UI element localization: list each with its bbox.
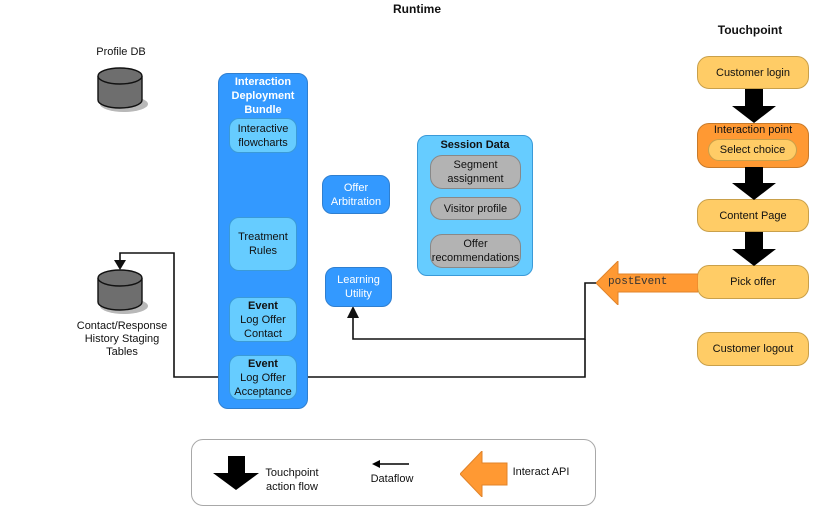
legend-interact-api-label: Interact API xyxy=(512,466,570,478)
item-line: Interactive xyxy=(237,122,289,135)
item-line: Log Offer xyxy=(240,313,286,326)
customer-login[interactable]: Customer login xyxy=(697,56,809,89)
item-line: Visitor profile xyxy=(443,202,508,215)
touchpoint-title: Touchpoint xyxy=(717,23,783,37)
legend-line: Touchpoint xyxy=(265,467,319,479)
bundle-title-line: Bundle xyxy=(244,104,282,116)
item-line: Utility xyxy=(345,288,372,300)
item-line: Contact xyxy=(244,327,282,340)
event-label: Event xyxy=(248,357,278,370)
item-line: Acceptance xyxy=(234,385,292,398)
visitor-profile[interactable]: Visitor profile xyxy=(430,197,521,220)
history-db-label-line: History Staging xyxy=(84,333,160,345)
interaction-point-label: Interaction point xyxy=(713,124,793,136)
event-label: Event xyxy=(248,299,278,312)
legend-dataflow-label: Dataflow xyxy=(370,473,414,485)
bundle-title-line: Interaction xyxy=(234,76,292,88)
item-line: flowcharts xyxy=(238,136,288,149)
item-line: Log Offer xyxy=(240,371,286,384)
offer-recommendations[interactable]: Offer recommendations xyxy=(430,234,521,268)
dataflow-arrowhead-learning-utility xyxy=(347,306,359,318)
database-icon xyxy=(97,67,148,112)
touchpoint-flow-legend-icon xyxy=(213,456,259,490)
dataflow-line-to-log-offer-acceptance xyxy=(302,339,586,378)
profile-db-label: Profile DB xyxy=(96,46,146,58)
history-db-label-line: Tables xyxy=(106,346,138,358)
history-db-label: Contact/Response History Staging Tables xyxy=(60,320,184,359)
item-line: assignment xyxy=(447,173,504,185)
content-page[interactable]: Content Page xyxy=(697,199,809,232)
item-line: Rules xyxy=(248,245,278,257)
treatment-rules[interactable]: Treatment Rules xyxy=(229,217,297,271)
item-line: Segment xyxy=(453,159,498,171)
touchpoint-flow-arrow-icon xyxy=(732,89,776,123)
item-line: Learning xyxy=(337,274,380,286)
touchpoint-flow-arrow-icon xyxy=(732,232,776,266)
select-choice[interactable]: Select choice xyxy=(708,139,797,161)
session-data-title: Session Data xyxy=(440,139,510,151)
offer-arbitration[interactable]: Offer Arbitration xyxy=(322,175,390,214)
item-line: Offer xyxy=(343,181,369,194)
event-log-offer-acceptance[interactable]: Event Log Offer Acceptance xyxy=(229,355,297,400)
interactive-flowcharts[interactable]: Interactive flowcharts xyxy=(229,118,297,153)
item-line: recommendations xyxy=(431,252,520,264)
dataflow-legend-icon xyxy=(372,460,409,468)
item-line: Treatment xyxy=(238,231,288,243)
interact-api-legend-icon xyxy=(460,451,508,497)
event-log-offer-contact[interactable]: Event Log Offer Contact xyxy=(229,297,297,342)
legend-line: action flow xyxy=(266,481,318,493)
bundle-title-line: Deployment xyxy=(231,90,295,102)
history-db-label-line: Contact/Response xyxy=(76,320,168,332)
deployment-bundle-title: Interaction Deployment Bundle xyxy=(218,75,308,117)
item-line: Offer xyxy=(463,238,488,250)
segment-assignment[interactable]: Segment assignment xyxy=(430,155,521,189)
legend-touchpoint-flow-label: Touchpoint action flow xyxy=(262,466,322,494)
touchpoint-flow-arrow-icon xyxy=(732,167,776,200)
pick-offer[interactable]: Pick offer xyxy=(697,265,809,299)
database-icon xyxy=(97,269,148,314)
runtime-title: Runtime xyxy=(393,2,441,16)
post-event-label: postEvent xyxy=(608,276,668,288)
item-line: Arbitration xyxy=(330,195,382,208)
customer-logout[interactable]: Customer logout xyxy=(697,332,809,366)
learning-utility[interactable]: Learning Utility xyxy=(325,267,392,307)
